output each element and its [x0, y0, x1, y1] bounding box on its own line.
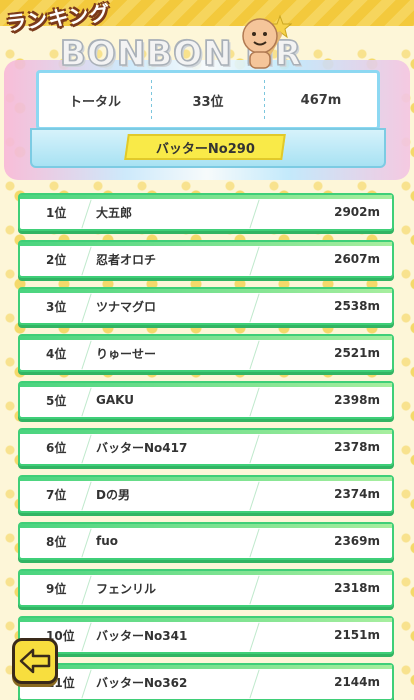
row-player-name: ツナマグロ: [96, 299, 157, 314]
ranking-row[interactable]: 10位 バッターNo341 2151m: [18, 616, 394, 654]
row-distance: 2318m: [334, 581, 380, 595]
total-distance: 467m: [300, 92, 342, 108]
ranking-row[interactable]: 6位 バッターNo417 2378m: [18, 428, 394, 466]
ranking-row[interactable]: 1位 大五郎 2902m: [18, 193, 394, 231]
row-player-name: バッターNo417: [96, 440, 188, 455]
row-distance: 2538m: [334, 299, 380, 313]
row-rank: 2位: [46, 252, 67, 267]
row-stripe: [20, 618, 392, 622]
row-player-name: GAKU: [96, 393, 134, 407]
row-rank: 1位: [46, 205, 67, 220]
row-distance: 2607m: [334, 252, 380, 266]
row-player-name: Dの男: [96, 487, 130, 502]
row-player-name: フェンリル: [96, 581, 157, 596]
row-distance: 2374m: [334, 487, 380, 501]
total-stats-panel: トータル 33位 467m: [36, 70, 380, 130]
row-player-name: バッターNo341: [96, 628, 188, 643]
row-rank: 6位: [46, 440, 67, 455]
row-distance: 2902m: [334, 205, 380, 219]
row-distance: 2378m: [334, 440, 380, 454]
row-player-name: 大五郎: [96, 205, 133, 220]
row-stripe: [20, 336, 392, 340]
row-stripe: [20, 571, 392, 575]
row-stripe: [20, 665, 392, 669]
row-stripe: [20, 524, 392, 528]
row-distance: 2369m: [334, 534, 380, 548]
row-player-name: 忍者オロチ: [96, 252, 157, 267]
ranking-row[interactable]: 7位 Dの男 2374m: [18, 475, 394, 513]
row-player-name: りゅーせー: [96, 346, 157, 361]
row-rank: 8位: [46, 534, 67, 549]
ranking-title: ランキング: [5, 0, 112, 36]
back-button[interactable]: [12, 638, 58, 684]
row-rank: 7位: [46, 487, 67, 502]
row-stripe: [20, 477, 392, 481]
arrow-left-icon: [19, 648, 51, 674]
row-distance: 2398m: [334, 393, 380, 407]
row-stripe: [20, 383, 392, 387]
ranking-row[interactable]: 5位 GAKU 2398m: [18, 381, 394, 419]
row-stripe: [20, 289, 392, 293]
player-name: バッターNo290: [155, 141, 255, 157]
row-distance: 2521m: [334, 346, 380, 360]
row-stripe: [20, 242, 392, 246]
total-label: トータル: [68, 94, 121, 110]
game-logo: BONBON HR: [59, 33, 360, 75]
row-player-name: バッターNo362: [96, 675, 188, 690]
player-name-badge: バッターNo290: [124, 134, 286, 160]
row-stripe: [20, 195, 392, 199]
ranking-row[interactable]: 8位 fuo 2369m: [18, 522, 394, 560]
row-rank: 4位: [46, 346, 67, 361]
row-player-name: fuo: [96, 534, 119, 548]
total-rank: 33位: [192, 94, 224, 110]
mascot-bat-icon: [242, 14, 292, 69]
row-rank: 9位: [46, 581, 67, 596]
ranking-row[interactable]: 4位 りゅーせー 2521m: [18, 334, 394, 372]
row-distance: 2144m: [334, 675, 380, 689]
ranking-row[interactable]: 9位 フェンリル 2318m: [18, 569, 394, 607]
row-rank: 3位: [46, 299, 67, 314]
ranking-row[interactable]: 11位 バッターNo362 2144m: [18, 663, 394, 700]
row-distance: 2151m: [334, 628, 380, 642]
ranking-row[interactable]: 3位 ツナマグロ 2538m: [18, 287, 394, 325]
row-rank: 5位: [46, 393, 67, 408]
row-stripe: [20, 430, 392, 434]
ranking-row[interactable]: 2位 忍者オロチ 2607m: [18, 240, 394, 278]
